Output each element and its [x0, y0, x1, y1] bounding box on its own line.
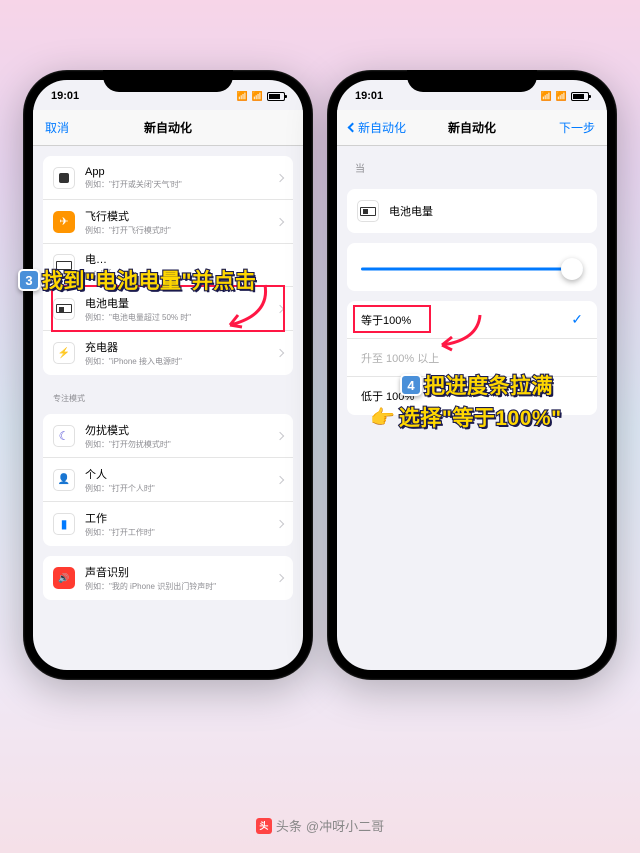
- row-app[interactable]: App 例如："打开或关闭'天气'时": [43, 156, 293, 200]
- notch: [103, 70, 233, 92]
- toutiao-logo-icon: 头: [256, 818, 272, 834]
- row-airplane[interactable]: 飞行模式 例如："打开飞行模式时": [43, 200, 293, 244]
- option-rises[interactable]: 升至 100% 以上: [347, 339, 597, 377]
- battery-level-icon: [357, 200, 379, 222]
- row-title: 电池电量: [389, 203, 587, 219]
- moon-icon: [53, 425, 75, 447]
- battery-empty-icon: [53, 254, 75, 276]
- chevron-right-icon: [276, 217, 284, 225]
- nav-title: 新自动化: [144, 119, 192, 136]
- option-label: 升至 100% 以上: [361, 350, 583, 366]
- row-title: 勿扰模式: [85, 422, 277, 438]
- work-icon: [53, 513, 75, 535]
- chevron-right-icon: [276, 520, 284, 528]
- row-title: 电池电量: [85, 295, 277, 311]
- next-button[interactable]: 下一步: [559, 119, 595, 136]
- option-falls[interactable]: 低于 100%: [347, 377, 597, 415]
- row-personal[interactable]: 个人 例如："打开个人时": [43, 458, 293, 502]
- row-sub: 例如："我的 iPhone 识别出门铃声时": [85, 581, 277, 592]
- battery-level-icon: [53, 298, 75, 320]
- checkmark-icon: ✓: [571, 311, 583, 328]
- battery-icon: [571, 92, 589, 101]
- row-title: 电…: [85, 251, 283, 267]
- row-title: App: [85, 166, 277, 178]
- row-battery-truncated[interactable]: 电… …："低…: [43, 244, 293, 287]
- signal-icon: [541, 90, 552, 102]
- chevron-right-icon: [276, 173, 284, 181]
- airplane-icon: [53, 211, 75, 233]
- section-header-focus: 专注模式: [33, 385, 303, 404]
- nav-title: 新自动化: [448, 119, 496, 136]
- row-battery-level[interactable]: 电池电量 例如："电池电量超过 50% 时": [43, 287, 293, 331]
- chevron-right-icon: [276, 431, 284, 439]
- back-button[interactable]: 新自动化: [349, 119, 406, 136]
- nav-bar: 新自动化 新自动化 下一步: [337, 110, 607, 146]
- person-icon: [53, 469, 75, 491]
- chevron-right-icon: [276, 304, 284, 312]
- charger-icon: [53, 342, 75, 364]
- battery-icon: [267, 92, 285, 101]
- cancel-button[interactable]: 取消: [45, 119, 69, 136]
- option-label: 低于 100%: [361, 388, 583, 404]
- row-battery-condition[interactable]: 电池电量: [347, 189, 597, 233]
- clock: 19:01: [51, 90, 79, 102]
- nav-bar: 取消 新自动化: [33, 110, 303, 146]
- row-sub: 例如："打开勿扰模式时": [85, 439, 277, 450]
- row-sub: 例如："打开或关闭'天气'时": [85, 179, 277, 190]
- row-title: 工作: [85, 510, 277, 526]
- row-sub: 例如："打开飞行模式时": [85, 225, 277, 236]
- row-sub: …："低…: [85, 268, 283, 279]
- app-icon: [53, 167, 75, 189]
- row-sub: 例如："打开工作时": [85, 527, 277, 538]
- signal-icon: [237, 90, 248, 102]
- slider-track: [361, 268, 583, 271]
- notch: [407, 70, 537, 92]
- phone-left: 19:01 取消 新自动化 App 例如："打开或关闭'天气': [23, 70, 313, 680]
- chevron-right-icon: [276, 349, 284, 357]
- row-charger[interactable]: 充电器 例如："iPhone 接入电源时": [43, 331, 293, 375]
- row-sub: 例如："iPhone 接入电源时": [85, 356, 277, 367]
- row-title: 个人: [85, 466, 277, 482]
- wifi-icon: [252, 90, 263, 102]
- when-header: 当: [337, 146, 607, 179]
- row-sub: 例如："电池电量超过 50% 时": [85, 312, 277, 323]
- footer-attribution: 头 头条 @冲呀小二哥: [0, 816, 640, 835]
- row-dnd[interactable]: 勿扰模式 例如："打开勿扰模式时": [43, 414, 293, 458]
- clock: 19:01: [355, 90, 383, 102]
- option-equals[interactable]: 等于100% ✓: [347, 301, 597, 339]
- row-title: 飞行模式: [85, 208, 277, 224]
- back-label: 新自动化: [358, 119, 406, 136]
- chevron-right-icon: [276, 574, 284, 582]
- row-sub: 例如："打开个人时": [85, 483, 277, 494]
- option-label: 等于100%: [361, 312, 571, 328]
- sound-icon: [53, 567, 75, 589]
- chevron-right-icon: [276, 475, 284, 483]
- row-title: 充电器: [85, 339, 277, 355]
- wifi-icon: [556, 90, 567, 102]
- chevron-left-icon: [348, 123, 358, 133]
- row-sound-recognition[interactable]: 声音识别 例如："我的 iPhone 识别出门铃声时": [43, 556, 293, 600]
- row-work[interactable]: 工作 例如："打开工作时": [43, 502, 293, 546]
- footer-prefix: 头条: [276, 816, 302, 835]
- battery-slider[interactable]: [361, 257, 583, 281]
- slider-thumb[interactable]: [561, 258, 583, 280]
- phone-right: 19:01 新自动化 新自动化 下一步 当: [327, 70, 617, 680]
- row-title: 声音识别: [85, 564, 277, 580]
- footer-author: @冲呀小二哥: [306, 816, 384, 835]
